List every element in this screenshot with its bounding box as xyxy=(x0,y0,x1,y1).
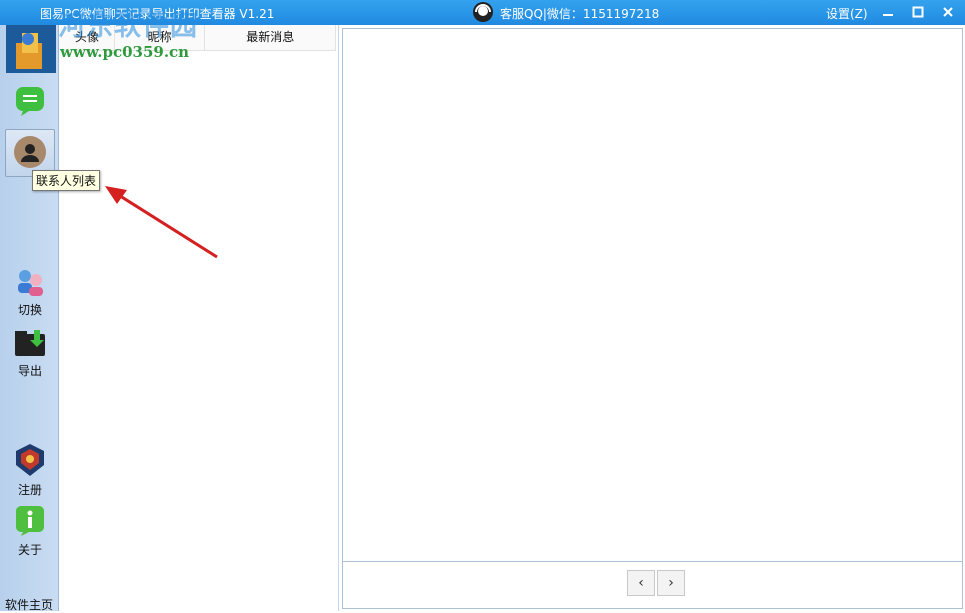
chat-list-button[interactable] xyxy=(5,85,55,129)
contact-list-panel[interactable]: 头像 昵称 最新消息 xyxy=(60,25,339,611)
about-button[interactable]: 关于 xyxy=(5,505,55,558)
info-bubble-icon xyxy=(15,505,45,540)
maximize-button[interactable] xyxy=(903,2,933,22)
software-homepage-link[interactable]: 软件主页 xyxy=(5,596,53,613)
export-button[interactable]: 导出 xyxy=(5,328,55,379)
previous-page-button[interactable]: ‹ xyxy=(627,570,655,596)
register-label: 注册 xyxy=(17,483,42,497)
message-pager-bar: ‹ › xyxy=(343,561,962,608)
export-label: 导出 xyxy=(17,364,42,378)
export-folder-icon xyxy=(14,328,46,361)
contact-avatar-icon xyxy=(13,135,47,172)
customer-service: 客服QQ|微信：1151197218 xyxy=(472,1,660,26)
left-toolbar: 切换 导出 注册 关于 软件主页 xyxy=(0,25,59,613)
switch-account-button[interactable]: 切换 xyxy=(5,267,55,318)
about-label: 关于 xyxy=(17,543,42,557)
switch-users-icon xyxy=(15,267,45,300)
annotation-arrow-icon xyxy=(105,186,218,259)
app-logo-icon xyxy=(6,25,56,73)
close-button[interactable] xyxy=(933,2,963,22)
message-panel[interactable]: ‹ › xyxy=(342,28,963,609)
customer-service-text: 客服QQ|微信：1151197218 xyxy=(500,6,660,21)
register-shield-icon xyxy=(14,443,46,480)
next-page-button[interactable]: › xyxy=(657,570,685,596)
contacts-tooltip: 联系人列表 xyxy=(32,170,101,191)
settings-menu[interactable]: 设置(Z) xyxy=(826,5,868,22)
column-header-latest-message[interactable]: 最新消息 xyxy=(205,25,336,50)
chat-bubble-icon xyxy=(14,85,46,120)
watermark-site-name: 河东软件园 xyxy=(58,11,198,42)
headset-icon xyxy=(472,1,494,26)
minimize-button[interactable] xyxy=(873,2,903,22)
watermark-url: www.pc0359.cn xyxy=(60,43,190,61)
register-button[interactable]: 注册 xyxy=(5,443,55,498)
switch-label: 切换 xyxy=(17,303,42,317)
